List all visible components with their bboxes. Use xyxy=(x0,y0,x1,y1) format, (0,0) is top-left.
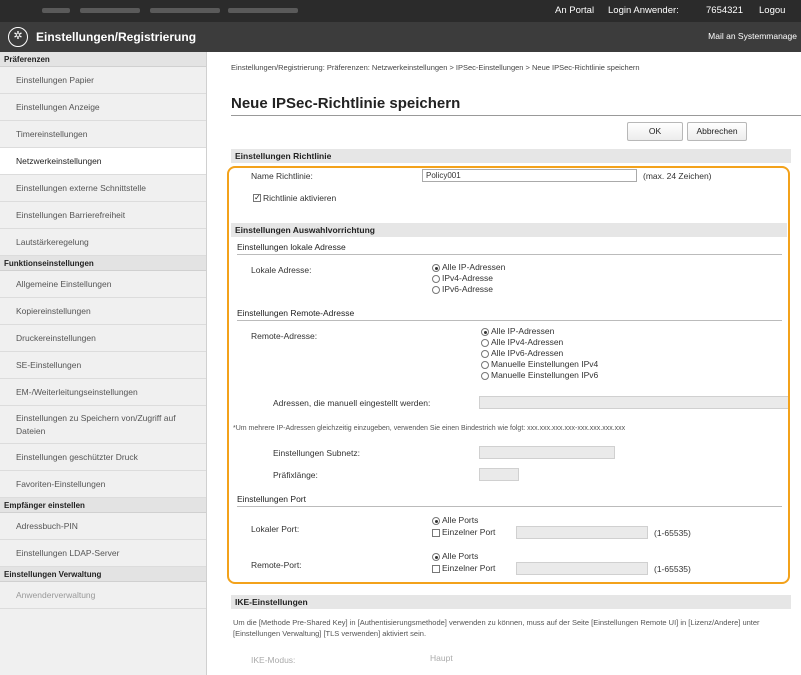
sidebar-item-send[interactable]: SE-Einstellungen xyxy=(0,352,206,379)
ok-button[interactable]: OK xyxy=(627,122,683,141)
blurred-device-info xyxy=(150,8,220,13)
sidebar-item-network[interactable]: Netzwerkeinstellungen xyxy=(0,148,206,175)
sidebar-section-management: Einstellungen Verwaltung xyxy=(0,567,206,582)
sidebar-item-favorites[interactable]: Favoriten-Einstellungen xyxy=(0,471,206,498)
sidebar-section-destination: Empfänger einstellen xyxy=(0,498,206,513)
title-divider xyxy=(231,115,801,116)
sidebar-item-address-book-pin[interactable]: Adressbuch-PIN xyxy=(0,513,206,540)
sidebar-item-user-management[interactable]: Anwenderverwaltung xyxy=(0,582,206,609)
portal-link[interactable]: An Portal xyxy=(555,5,594,16)
logout-link[interactable]: Logou xyxy=(759,5,785,16)
sidebar-item-accessibility[interactable]: Einstellungen Barrierefreiheit xyxy=(0,202,206,229)
policy-settings-header: Einstellungen Richtlinie xyxy=(231,149,791,163)
settings-gear-icon: ✲ xyxy=(8,27,28,47)
sidebar-item-store-access-files[interactable]: Einstellungen zu Speichern von/Zugriff a… xyxy=(0,406,206,444)
login-user-id: 7654321 xyxy=(706,5,743,16)
ike-mode-label: IKE-Modus: xyxy=(251,655,296,665)
sidebar-item-volume[interactable]: Lautstärkeregelung xyxy=(0,229,206,256)
sidebar-item-printer[interactable]: Druckereinstellungen xyxy=(0,325,206,352)
ike-note: Um die [Methode Pre-Shared Key] in [Auth… xyxy=(233,618,760,638)
sidebar-item-timer[interactable]: Timereinstellungen xyxy=(0,121,206,148)
sidebar-item-copy[interactable]: Kopiereinstellungen xyxy=(0,298,206,325)
page-title: Neue IPSec-Richtlinie speichern xyxy=(231,95,461,112)
title-bar: ✲ Einstellungen/Registrierung Mail an Sy… xyxy=(0,22,801,52)
sidebar-item-secure-print[interactable]: Einstellungen geschützter Druck xyxy=(0,444,206,471)
selector-settings-highlight xyxy=(227,166,790,584)
login-user-label: Login Anwender: xyxy=(608,5,679,16)
sidebar: Präferenzen Einstellungen Papier Einstel… xyxy=(0,52,207,675)
blurred-device-info xyxy=(80,8,140,13)
sidebar-item-ldap-server[interactable]: Einstellungen LDAP-Server xyxy=(0,540,206,567)
sidebar-section-functions: Funktionseinstellungen xyxy=(0,256,206,271)
sidebar-item-common[interactable]: Allgemeine Einstellungen xyxy=(0,271,206,298)
mail-to-admin-link[interactable]: Mail an Systemmanage xyxy=(708,31,797,41)
ike-mode-value: Haupt xyxy=(430,653,453,663)
sidebar-item-external-interface[interactable]: Einstellungen externe Schnittstelle xyxy=(0,175,206,202)
blurred-device-info xyxy=(228,8,298,13)
app-title: Einstellungen/Registrierung xyxy=(36,30,197,44)
sidebar-item-display[interactable]: Einstellungen Anzeige xyxy=(0,94,206,121)
sidebar-item-receive-forward[interactable]: EM-/Weiterleitungseinstellungen xyxy=(0,379,206,406)
top-bar: An Portal Login Anwender: 7654321 Logou xyxy=(0,0,801,22)
sidebar-section-preferences: Präferenzen xyxy=(0,52,206,67)
breadcrumb: Einstellungen/Registrierung: Präferenzen… xyxy=(231,63,640,72)
cancel-button[interactable]: Abbrechen xyxy=(687,122,747,141)
sidebar-item-paper[interactable]: Einstellungen Papier xyxy=(0,67,206,94)
main-content: Einstellungen/Registrierung: Präferenzen… xyxy=(207,52,801,675)
ike-settings-header: IKE-Einstellungen xyxy=(231,595,791,609)
blurred-device-info xyxy=(42,8,70,13)
